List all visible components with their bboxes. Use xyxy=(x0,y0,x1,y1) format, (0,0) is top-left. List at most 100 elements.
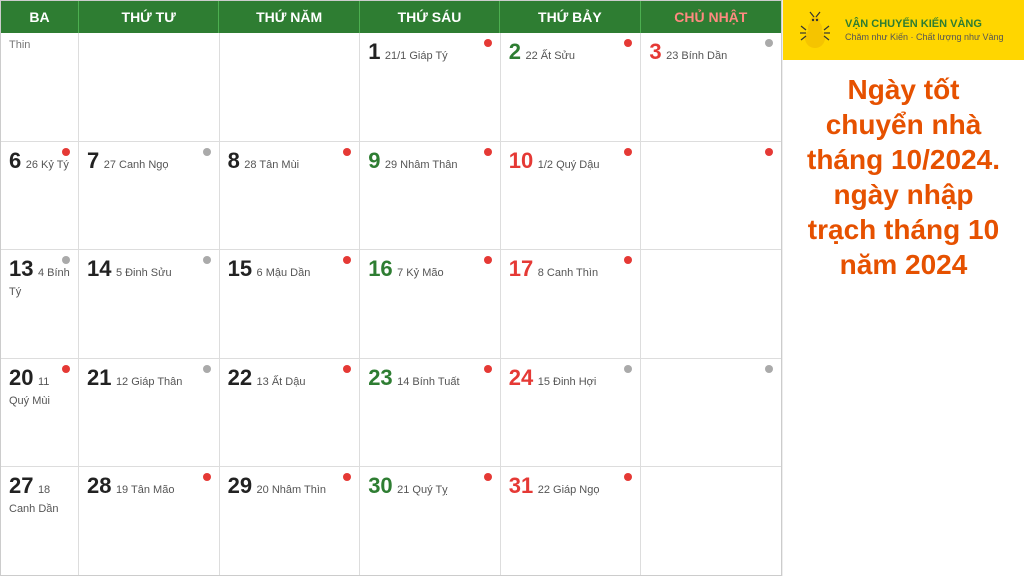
dot-left-row4 xyxy=(62,365,70,373)
lunar-thu-row4: 13 Ất Dậu xyxy=(257,376,306,388)
dot-fri-row5 xyxy=(484,473,492,481)
day-num-sat-row3: 17 xyxy=(509,256,533,281)
logo-text: VẬN CHUYỂN KIẾN VÀNG Chăm như Kiến · Chấ… xyxy=(845,17,1004,44)
lunar-fri-row2: 29 Nhâm Thân xyxy=(385,159,458,171)
col-header-ba: BA xyxy=(1,1,79,33)
cell-thu-row4: 22 13 Ất Dậu xyxy=(220,359,361,467)
lunar-sat-row2: 1/2 Quý Dậu xyxy=(538,159,600,171)
day-num-thu-row4: 22 xyxy=(228,365,252,390)
dot-thu-row3 xyxy=(343,256,351,264)
cal-row-2: 6 26 Kỷ Tý 7 27 Canh Ngọ 8 28 Tân Mùi xyxy=(1,142,781,251)
day-num-wed-row2: 7 xyxy=(87,148,99,173)
sidebar: VẬN CHUYỂN KIẾN VÀNG Chăm như Kiến · Chấ… xyxy=(782,0,1024,576)
dot-sat-row1 xyxy=(624,39,632,47)
lunar-fri-row4: 14 Bính Tuất xyxy=(397,376,459,388)
day-num-fri-row1: 1 xyxy=(368,39,380,64)
dot-sat-row5 xyxy=(624,473,632,481)
logo-subtitle: Chăm như Kiến · Chất lượng như Vàng xyxy=(845,31,1004,44)
col-header-chu-nhat: CHỦ NHẬT xyxy=(641,1,781,33)
cell-fri-row1: 1 21/1 Giáp Tý xyxy=(360,33,501,141)
dot-fri-row3 xyxy=(484,256,492,264)
dot-fri-row2 xyxy=(484,148,492,156)
cell-fri-row4: 23 14 Bính Tuất xyxy=(360,359,501,467)
dot-sat-row3 xyxy=(624,256,632,264)
cell-fri-row2: 9 29 Nhâm Thân xyxy=(360,142,501,250)
cal-row-5: 27 18 Canh Dần 28 19 Tân Mão 29 20 Nhâm … xyxy=(1,467,781,575)
cell-wed-row3: 14 5 Đinh Sửu xyxy=(79,250,220,358)
col-header-thu-nam: THỨ NĂM xyxy=(219,1,359,33)
lunar-left-row2: 26 Kỷ Tý xyxy=(26,159,69,171)
lunar-wed-row2: 27 Canh Ngọ xyxy=(104,159,169,171)
day-num-fri-row5: 30 xyxy=(368,473,392,498)
cell-wed-row4: 21 12 Giáp Thân xyxy=(79,359,220,467)
lunar-sat-row4: 15 Đinh Hợi xyxy=(538,376,597,388)
day-num-sun-row1: 3 xyxy=(649,39,661,64)
cell-thu-row1 xyxy=(220,33,361,141)
cell-fri-row5: 30 21 Quý Tỵ xyxy=(360,467,501,575)
cal-row-3: 13 4 Bính Tý 14 5 Đinh Sửu 15 6 Mậu Dần xyxy=(1,250,781,359)
cell-sat-row2: 10 1/2 Quý Dậu xyxy=(501,142,642,250)
dot-wed-row4 xyxy=(203,365,211,373)
dot-sun-row4 xyxy=(765,365,773,373)
dot-left-row2 xyxy=(62,148,70,156)
dot-left-row3 xyxy=(62,256,70,264)
ant-logo-icon xyxy=(793,8,837,52)
cell-sun-row1: 3 23 Bính Dần xyxy=(641,33,781,141)
cell-sat-row5: 31 22 Giáp Ngọ xyxy=(501,467,642,575)
lunar-sat-row1: 22 Ất Sửu xyxy=(525,50,575,62)
day-num-sat-row1: 2 xyxy=(509,39,521,64)
dot-sat-row2 xyxy=(624,148,632,156)
day-num-thu-row3: 15 xyxy=(228,256,252,281)
cal-row-4: 20 11 Quý Mùi 21 12 Giáp Thân 22 13 Ất D… xyxy=(1,359,781,468)
cell-left-row3: 13 4 Bính Tý xyxy=(1,250,79,358)
cell-thu-row2: 8 28 Tân Mùi xyxy=(220,142,361,250)
day-num-fri-row4: 23 xyxy=(368,365,392,390)
day-num-thu-row2: 8 xyxy=(228,148,240,173)
cell-sun-row3 xyxy=(641,250,781,358)
cell-sun-row2 xyxy=(641,142,781,250)
cell-sat-row4: 24 15 Đinh Hợi xyxy=(501,359,642,467)
lunar-wed-row4: 12 Giáp Thân xyxy=(116,376,182,388)
lunar-wed-row5: 19 Tân Mão xyxy=(116,484,175,496)
day-num-wed-row4: 21 xyxy=(87,365,111,390)
logo-bar: VẬN CHUYỂN KIẾN VÀNG Chăm như Kiến · Chấ… xyxy=(783,0,1024,60)
cell-sun-row5 xyxy=(641,467,781,575)
day-num-sat-row5: 31 xyxy=(509,473,533,498)
dot-thu-row5 xyxy=(343,473,351,481)
dot-sun-row1 xyxy=(765,39,773,47)
lunar-fri-row3: 7 Kỷ Mão xyxy=(397,267,443,279)
day-num-thu-row5: 29 xyxy=(228,473,252,498)
lunar-sat-row3: 8 Canh Thìn xyxy=(538,267,598,279)
col-header-ba-label: BA xyxy=(29,9,49,25)
col-header-thu-sau: THỨ SÁU xyxy=(360,1,500,33)
left-lunar-row1: Thin xyxy=(9,39,70,51)
cell-wed-row1 xyxy=(79,33,220,141)
dot-wed-row5 xyxy=(203,473,211,481)
cell-left-row1: Thin xyxy=(1,33,79,141)
cell-fri-row3: 16 7 Kỷ Mão xyxy=(360,250,501,358)
lunar-fri-row5: 21 Quý Tỵ xyxy=(397,484,448,496)
dot-fri-row1 xyxy=(484,39,492,47)
calendar-header: THỨ TƯ THỨ NĂM THỨ SÁU THỨ BẢY CHỦ NHẬT xyxy=(79,1,781,33)
cell-left-row5: 27 18 Canh Dần xyxy=(1,467,79,575)
dot-wed-row3 xyxy=(203,256,211,264)
cell-wed-row2: 7 27 Canh Ngọ xyxy=(79,142,220,250)
day-num-fri-row2: 9 xyxy=(368,148,380,173)
day-num-left-row5: 27 xyxy=(9,473,33,498)
lunar-fri-row1: 21/1 Giáp Tý xyxy=(385,50,448,62)
cell-sat-row3: 17 8 Canh Thìn xyxy=(501,250,642,358)
lunar-thu-row2: 28 Tân Mùi xyxy=(244,159,299,171)
lunar-sun-row1: 23 Bính Dần xyxy=(666,50,727,62)
lunar-sat-row5: 22 Giáp Ngọ xyxy=(538,484,600,496)
cell-thu-row3: 15 6 Mậu Dần xyxy=(220,250,361,358)
day-num-sat-row4: 24 xyxy=(509,365,533,390)
dot-sun-row2 xyxy=(765,148,773,156)
dot-sat-row4 xyxy=(624,365,632,373)
day-num-left-row3: 13 xyxy=(9,256,33,281)
dot-thu-row2 xyxy=(343,148,351,156)
cell-sat-row1: 2 22 Ất Sửu xyxy=(501,33,642,141)
col-header-thu-tu: THỨ TƯ xyxy=(79,1,219,33)
dot-thu-row4 xyxy=(343,365,351,373)
day-num-left-row4: 20 xyxy=(9,365,33,390)
day-num-sat-row2: 10 xyxy=(509,148,533,173)
